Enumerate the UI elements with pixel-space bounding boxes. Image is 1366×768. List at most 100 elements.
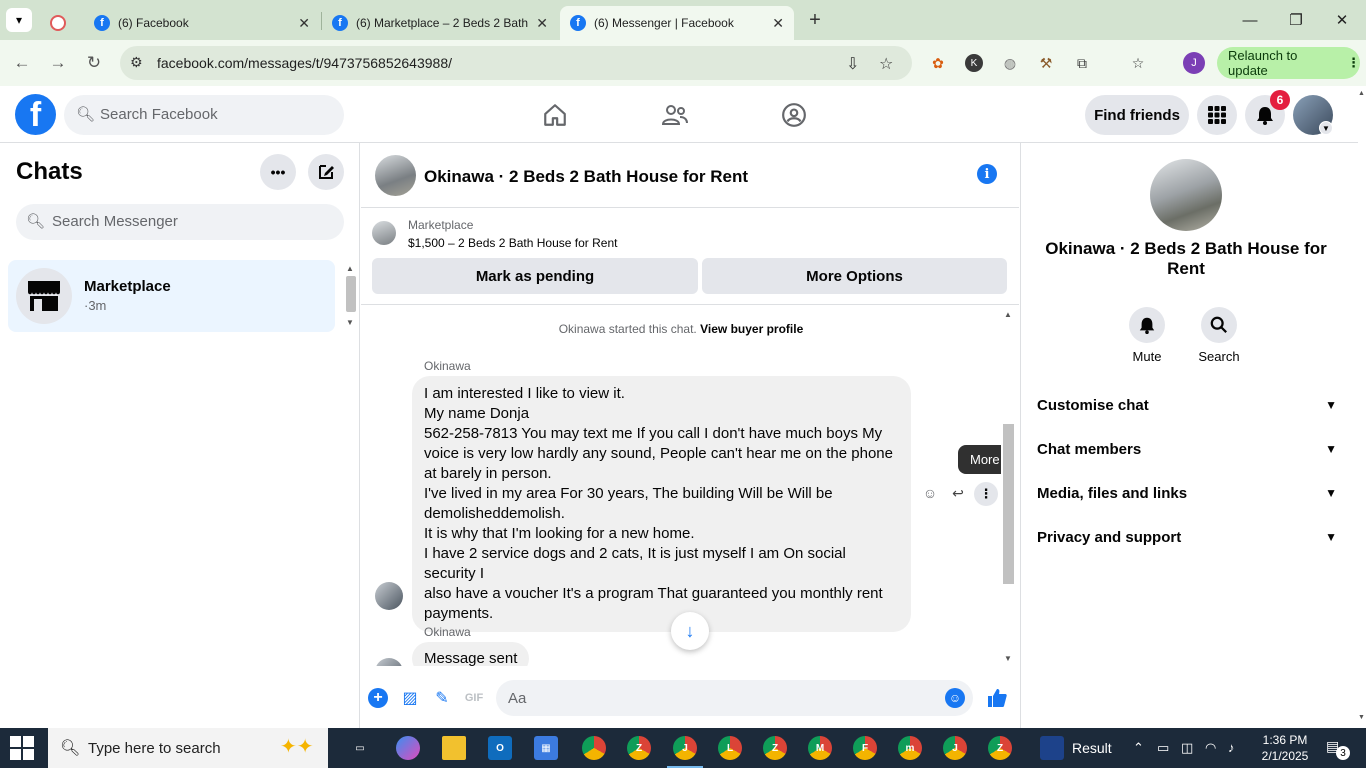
customise-chat-section[interactable]: Customise chat ▼ [1037,387,1337,423]
battery-icon[interactable]: ▭ [1157,740,1169,756]
tab-close-icon[interactable]: ✕ [298,15,310,32]
message-input-field[interactable]: ☺ [496,680,973,716]
view-buyer-profile-link[interactable]: View buyer profile [700,322,803,336]
browser-profile-avatar[interactable]: J [1183,52,1205,74]
file-explorer-icon[interactable] [442,736,466,760]
task-view-icon[interactable]: ▭ [348,736,372,760]
windows-start-icon[interactable] [10,736,34,760]
bookmark-star-icon[interactable]: ☆ [879,54,893,74]
mark-as-pending-button[interactable]: Mark as pending [372,258,698,294]
message-bubble[interactable]: I am interested I like to view it. My na… [412,376,911,632]
minimize-icon[interactable]: — [1230,8,1270,32]
privacy-support-section[interactable]: Privacy and support ▼ [1037,519,1337,555]
listing-thumbnail[interactable] [372,221,396,245]
scroll-to-bottom-arrow-icon[interactable]: ↓ [671,612,709,650]
home-icon[interactable] [540,100,570,130]
scroll-down-icon[interactable]: ▼ [346,318,354,327]
chevron-down-icon[interactable]: ▼ [1319,121,1333,135]
message-input[interactable] [508,688,928,708]
window-close-icon[interactable]: ✕ [1322,8,1362,32]
facebook-logo-icon[interactable]: f [15,94,56,135]
menu-grid-icon[interactable] [1197,95,1237,135]
chat-members-section[interactable]: Chat members ▼ [1037,431,1337,467]
chrome-profile-m2-icon[interactable]: m [898,736,922,760]
volume-icon[interactable]: ♪ [1228,740,1235,755]
conversation-avatar[interactable] [375,155,416,196]
listing-title[interactable]: $1,500 – 2 Beds 2 Bath House for Rent [408,236,617,250]
outlook-icon[interactable]: O [488,736,512,760]
pinned-tab[interactable] [40,6,82,40]
scroll-down-icon[interactable]: ▼ [1004,654,1012,663]
url-text[interactable]: facebook.com/messages/t/9473756852643988… [157,55,452,71]
chrome-profile-z3-icon[interactable]: Z [988,736,1012,760]
chrome-profile-j-icon[interactable]: J [673,736,697,760]
weather-result-label[interactable]: Result [1072,740,1112,756]
forward-arrow-icon[interactable]: → [45,50,71,76]
more-options-button[interactable]: More Options [702,258,1007,294]
tab-search-chevron-icon[interactable]: ▾ [6,8,32,32]
search-conversation-button[interactable]: Search [1189,307,1249,364]
media-files-links-section[interactable]: Media, files and links ▼ [1037,475,1337,511]
bookmarks-icon[interactable]: ☆ [1127,52,1149,74]
groups-icon[interactable] [779,100,809,130]
thumbs-up-icon[interactable] [985,686,1009,710]
chat-details-avatar[interactable] [1150,159,1222,231]
taskbar-search-input[interactable]: 🔍︎ Type here to search ✦✦ [48,728,328,768]
extension-orange-icon[interactable]: ✿ [927,52,949,74]
chrome-profile-l-icon[interactable]: L [718,736,742,760]
scroll-down-icon[interactable]: ▼ [1358,714,1365,721]
install-app-icon[interactable]: ⇩ [846,54,859,74]
copilot-icon[interactable] [396,736,420,760]
tab-messenger[interactable]: f (6) Messenger | Facebook ✕ [560,6,794,40]
chrome-profile-z2-icon[interactable]: Z [763,736,787,760]
scroll-up-icon[interactable]: ▲ [1358,90,1365,97]
tab-facebook[interactable]: f (6) Facebook ✕ [84,6,320,40]
add-plus-icon[interactable]: + [367,687,389,709]
mute-button[interactable]: Mute [1117,307,1177,364]
friends-icon[interactable] [660,100,690,130]
reload-icon[interactable]: ↻ [81,50,107,76]
extension-globe-icon[interactable]: ◍ [999,52,1021,74]
notification-center-icon[interactable]: ▤ 3 [1326,738,1350,760]
extensions-puzzle-icon[interactable]: ⧉ [1071,52,1093,74]
restore-icon[interactable]: ❐ [1276,8,1316,32]
scrollbar-thumb[interactable] [1003,424,1014,584]
chat-list-item[interactable]: Marketplace ·3m [8,260,335,332]
scrollbar-thumb[interactable] [346,276,356,312]
chrome-profile-z-icon[interactable]: Z [627,736,651,760]
camera-icon[interactable]: ◫ [1181,740,1193,756]
thread-scrollbar[interactable]: ▲ ▼ [1001,306,1016,666]
chrome-profile-j2-icon[interactable]: J [943,736,967,760]
new-tab-plus-icon[interactable]: + [803,8,827,32]
chat-list-scrollbar[interactable]: ▲ ▼ [343,260,358,332]
scroll-up-icon[interactable]: ▲ [346,264,354,273]
microsoft-store-icon[interactable]: ▦ [534,736,558,760]
more-options-icon[interactable]: ⋮ [974,482,998,506]
find-friends-button[interactable]: Find friends [1085,95,1189,135]
scroll-up-icon[interactable]: ▲ [1004,310,1012,319]
sticker-icon[interactable]: ✎ [431,687,453,709]
sender-avatar[interactable] [375,658,403,666]
chrome-profile-icon[interactable] [582,736,606,760]
browser-menu-icon[interactable]: ⋮ [1347,55,1360,71]
relaunch-button[interactable]: Relaunch to update ⋮ [1217,47,1360,79]
new-message-icon[interactable] [308,154,344,190]
photo-gallery-icon[interactable]: ▨ [399,687,421,709]
chrome-profile-m-icon[interactable]: M [808,736,832,760]
tab-marketplace[interactable]: f (6) Marketplace – 2 Beds 2 Bath ✕ [322,6,558,40]
messenger-search-input[interactable]: 🔍︎ Search Messenger [16,204,344,240]
reply-arrow-icon[interactable]: ↩ [947,482,969,504]
show-hidden-icons-chevron-icon[interactable]: ⌃ [1133,740,1144,756]
emoji-icon[interactable]: ☺ [945,688,965,708]
extension-k-icon[interactable]: K [963,52,985,74]
conversation-title[interactable]: Okinawa · 2 Beds 2 Bath House for Rent [424,167,748,187]
address-bar[interactable]: ⚙ facebook.com/messages/t/94737568526439… [120,46,912,80]
extension-tools-icon[interactable]: ⚒ [1035,52,1057,74]
gif-icon[interactable]: GIF [463,687,485,709]
react-emoji-icon[interactable]: ☺ [919,482,941,504]
chats-options-icon[interactable]: ••• [260,154,296,190]
facebook-search-input[interactable]: 🔍︎ Search Facebook [64,95,344,135]
wifi-icon[interactable]: ◠ [1205,740,1216,756]
tab-close-icon[interactable]: ✕ [536,15,548,32]
system-clock[interactable]: 1:36 PM 2/1/2025 [1255,732,1315,764]
